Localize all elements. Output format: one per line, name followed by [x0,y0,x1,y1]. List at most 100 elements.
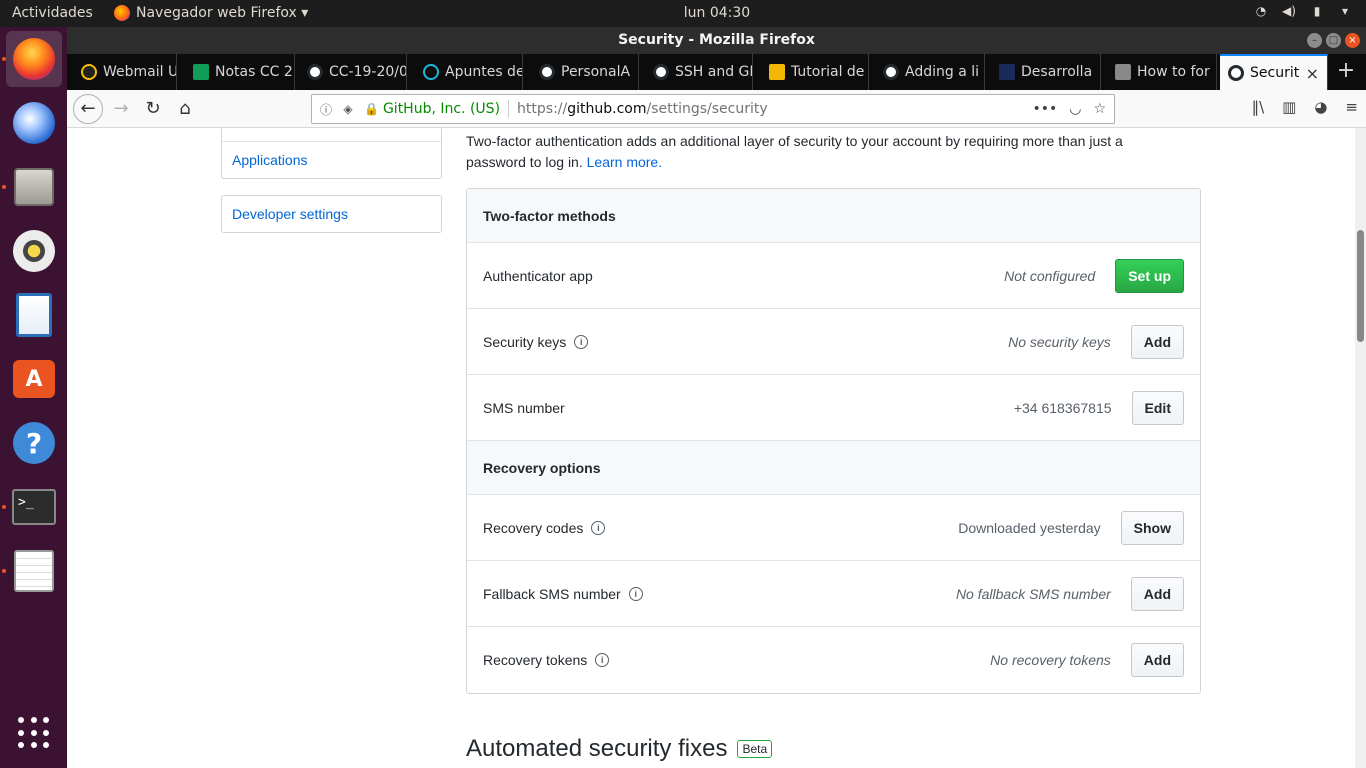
reload-button[interactable]: ↻ [139,95,167,123]
setup-authenticator-button[interactable]: Set up [1115,258,1184,293]
dock-thunderbird[interactable] [6,95,62,151]
dock-writer[interactable] [6,287,62,343]
tab-security[interactable]: Security× [1220,54,1328,90]
scrollbar-thumb[interactable] [1357,230,1364,342]
window-title: Security - Mozilla Firefox [618,32,815,48]
info-icon[interactable]: ⓘ [318,101,334,118]
info-icon[interactable]: i [591,520,606,535]
tab-notas[interactable]: Notas CC 2 [185,54,295,90]
volume-icon[interactable]: ◀) [1282,4,1296,18]
running-indicator [2,569,6,573]
running-indicator [2,57,6,61]
back-button[interactable]: ← [73,94,103,124]
settings-nav: Applications [221,128,442,179]
sheets-icon [193,64,209,80]
github-icon [539,64,555,80]
maximize-button[interactable]: □ [1326,33,1341,48]
pocket-icon[interactable]: ◡ [1069,101,1081,117]
add-fallback-sms-button[interactable]: Add [1130,576,1184,611]
info-icon[interactable]: i [574,334,589,349]
shield-icon[interactable]: ◈ [340,102,356,116]
status-text: Not configured [1004,267,1096,284]
beta-badge: Beta [737,740,773,758]
tab-apuntes[interactable]: Apuntes de [415,54,523,90]
firefox-icon [13,38,55,80]
two-factor-methods-header: Two-factor methods [467,189,1200,243]
dock-files[interactable] [6,159,62,215]
developer-settings-nav: Developer settings [221,195,442,233]
system-tray[interactable]: ◔ ◀) ▮ ▾ [1254,4,1352,18]
tab-howto[interactable]: How to for [1107,54,1217,90]
dock-terminal[interactable]: >_ [6,479,62,535]
github-icon [1228,65,1244,81]
page-content: Applications Developer settings Two-fact… [67,128,1355,768]
sidebar-item-developer-settings[interactable]: Developer settings [222,196,441,232]
scrollbar[interactable] [1355,128,1366,768]
two-factor-methods-box: Two-factor methods Authenticator app Not… [466,188,1201,694]
text-editor-icon [14,550,54,592]
minimize-button[interactable]: – [1307,33,1322,48]
menu-icon[interactable]: ≡ [1345,98,1358,116]
running-indicator [2,505,6,509]
close-window-button[interactable]: × [1345,33,1360,48]
recovery-codes-row: Recovery codes i Downloaded yesterday Sh… [467,495,1200,561]
show-applications-button[interactable] [6,705,62,761]
add-security-key-button[interactable]: Add [1130,324,1184,359]
url-text[interactable]: https://github.com/settings/security [517,101,768,117]
dock-firefox[interactable] [6,31,62,87]
info-icon[interactable]: i [595,653,610,667]
status-text: No fallback SMS number [955,585,1111,602]
dock-text-editor[interactable] [6,543,62,599]
forward-button[interactable]: → [107,95,135,123]
dock-help[interactable]: ? [6,415,62,471]
page-actions-icon[interactable]: ••• [1032,101,1057,117]
bookmark-star-icon[interactable]: ☆ [1093,101,1106,117]
tab-ssh[interactable]: SSH and GF [645,54,753,90]
status-text: No security keys [1008,333,1111,350]
dock-software[interactable]: A [6,351,62,407]
home-button[interactable]: ⌂ [171,95,199,123]
site-identity[interactable]: GitHub, Inc. (US) [383,101,500,117]
tab-cc[interactable]: CC-19-20/0 [299,54,407,90]
app-grid-icon [18,717,50,749]
running-indicator [2,185,6,189]
tab-personal[interactable]: PersonalA [531,54,639,90]
sidebar-icon[interactable]: ▥ [1282,98,1296,116]
automated-security-fixes-heading: Automated security fixes Beta [466,735,773,763]
tab-webmail[interactable]: Webmail U [73,54,177,90]
thunderbird-icon [13,102,55,144]
fallback-sms-row: Fallback SMS number i No fallback SMS nu… [467,561,1200,627]
tab-adding[interactable]: Adding a li [875,54,985,90]
github-icon [653,64,669,80]
authenticator-row: Authenticator app Not configured Set up [467,243,1200,309]
sidebar-item-applications[interactable]: Applications [222,142,441,178]
close-tab-icon[interactable]: × [1306,64,1319,83]
new-tab-button[interactable]: + [1332,58,1360,83]
lock-icon: 🔒 [364,102,379,116]
library-icon[interactable]: ‖\ [1252,98,1265,116]
account-icon[interactable]: ◕ [1314,98,1327,116]
dock-rhythmbox[interactable] [6,223,62,279]
github-icon [883,64,899,80]
url-bar[interactable]: ⓘ ◈ 🔒 GitHub, Inc. (US) https://github.c… [311,94,1115,124]
edit-sms-button[interactable]: Edit [1131,390,1184,425]
favicon-icon [423,64,439,80]
sms-number-row: SMS number +34 618367815 Edit [467,375,1200,441]
chevron-down-icon[interactable]: ▾ [1338,4,1352,18]
show-recovery-codes-button[interactable]: Show [1120,510,1184,545]
help-icon: ? [13,422,55,464]
top-panel: Actividades Navegador web Firefox ▾ lun … [0,0,1366,27]
battery-icon[interactable]: ▮ [1310,4,1324,18]
wifi-icon[interactable]: ◔ [1254,4,1268,18]
learn-more-link[interactable]: Learn more. [587,154,662,170]
navigation-bar: ← → ↻ ⌂ ⓘ ◈ 🔒 GitHub, Inc. (US) https://… [67,90,1366,128]
tab-tutorial[interactable]: Tutorial de [761,54,869,90]
tab-desarrolla[interactable]: Desarrolla [991,54,1101,90]
dock: A ? >_ [0,27,67,768]
add-recovery-token-button[interactable]: Add [1130,643,1184,677]
favicon-icon [81,64,97,80]
clock[interactable]: lun 04:30 [0,5,1366,21]
recovery-options-header: Recovery options [467,441,1200,495]
recovery-tokens-row: Recovery tokens i No recovery tokens Add [467,627,1200,693]
info-icon[interactable]: i [628,586,643,601]
